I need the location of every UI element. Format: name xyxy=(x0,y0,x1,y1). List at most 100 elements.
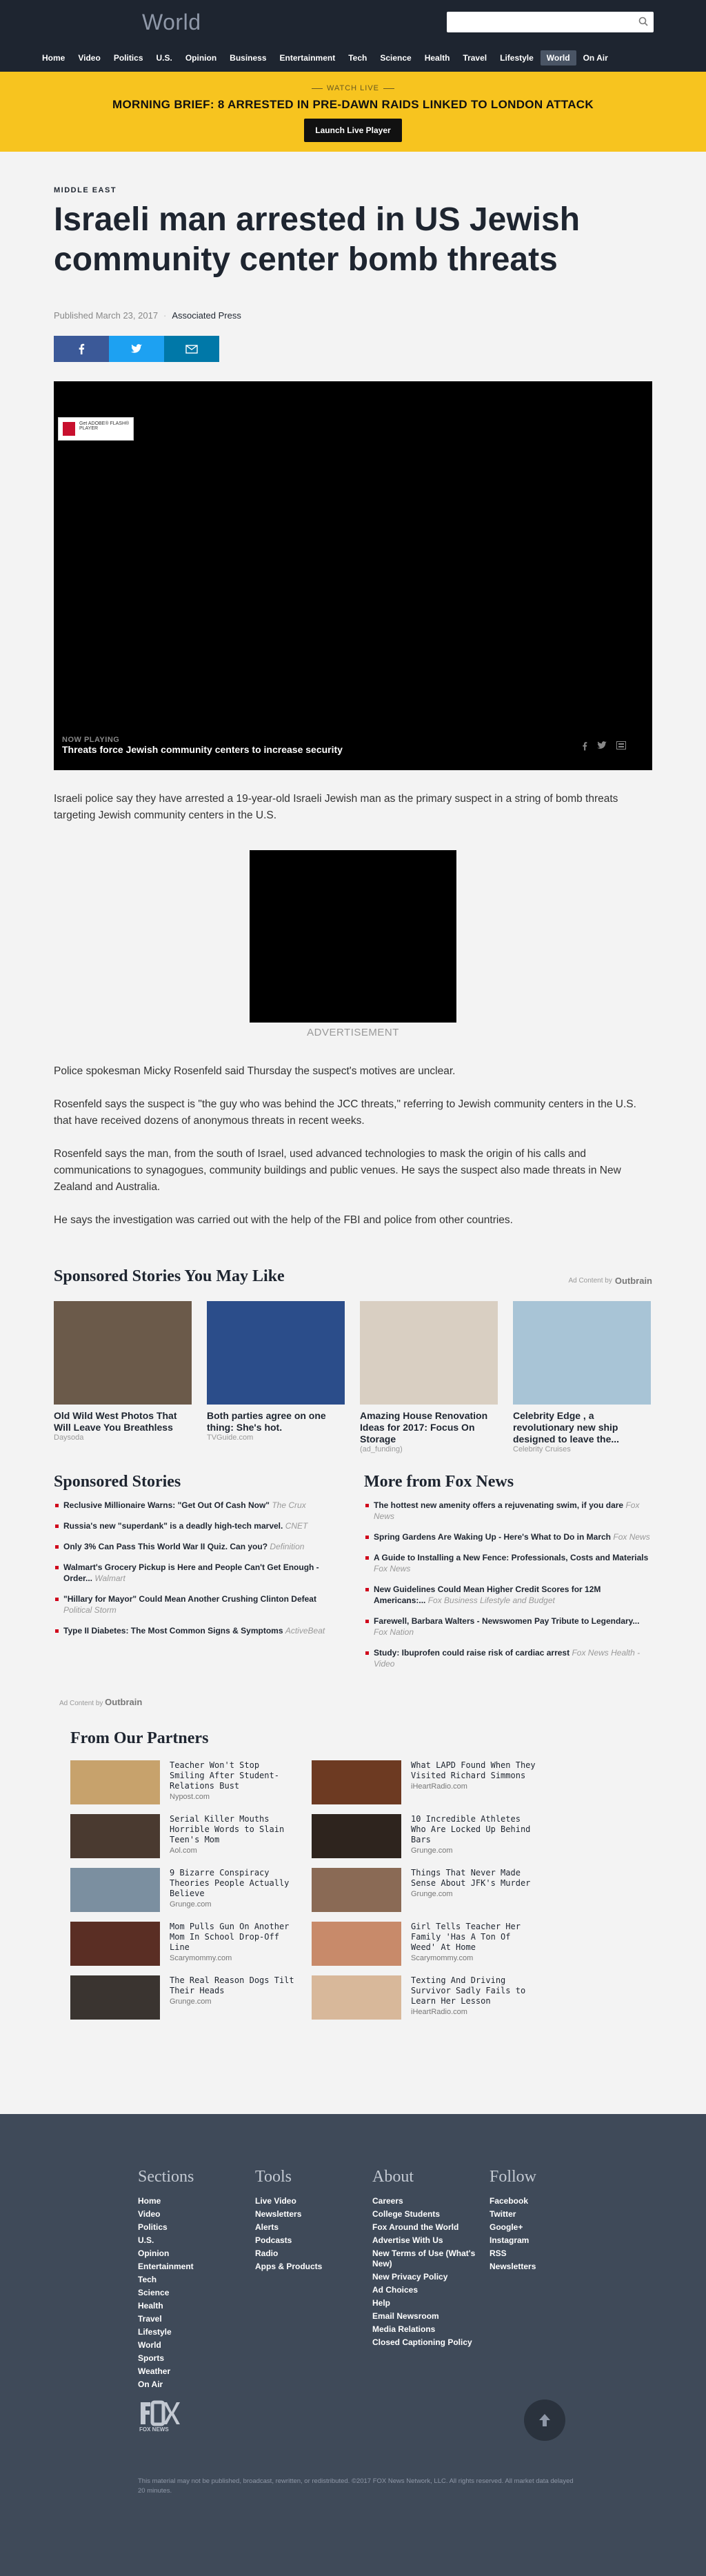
list-item[interactable]: Walmart's Grocery Pickup is Here and Peo… xyxy=(54,1562,342,1584)
list-item[interactable]: Russia's new "superdank" is a deadly hig… xyxy=(54,1520,342,1531)
footer-link[interactable]: Apps & Products xyxy=(255,2262,372,2272)
partner-image[interactable] xyxy=(312,1760,401,1804)
video-embed-icon[interactable] xyxy=(616,741,626,749)
list-item[interactable]: The hottest new amenity offers a rejuven… xyxy=(364,1500,652,1522)
partner-item[interactable]: Girl Tells Teacher Her Family 'Has A Ton… xyxy=(312,1922,539,1966)
partner-title[interactable]: Texting And Driving Survivor Sadly Fails… xyxy=(411,1975,539,2006)
footer-link[interactable]: College Students xyxy=(372,2209,490,2220)
footer-link[interactable]: Podcasts xyxy=(255,2235,372,2246)
partner-item[interactable]: Mom Pulls Gun On Another Mom In School D… xyxy=(70,1922,298,1966)
nav-item-politics[interactable]: Politics xyxy=(108,50,150,66)
footer-link[interactable]: Entertainment xyxy=(138,2262,255,2272)
partner-title[interactable]: 9 Bizarre Conspiracy Theories People Act… xyxy=(170,1868,298,1899)
nav-item-lifestyle[interactable]: Lifestyle xyxy=(494,50,540,66)
nav-item-science[interactable]: Science xyxy=(374,50,417,66)
footer-link[interactable]: New Terms of Use (What's New) xyxy=(372,2248,490,2269)
search-input[interactable] xyxy=(447,12,654,32)
list-item-title[interactable]: Study: Ibuprofen could raise risk of car… xyxy=(374,1648,569,1658)
advertisement-box[interactable] xyxy=(250,850,456,1023)
footer-link[interactable]: Fox Around the World xyxy=(372,2222,490,2233)
footer-link[interactable]: Opinion xyxy=(138,2248,255,2259)
list-item[interactable]: "Hillary for Mayor" Could Mean Another C… xyxy=(54,1593,342,1616)
list-item-title[interactable]: "Hillary for Mayor" Could Mean Another C… xyxy=(63,1594,316,1604)
email-share-button[interactable] xyxy=(164,336,219,362)
footer-link[interactable]: Weather xyxy=(138,2366,255,2377)
partner-title[interactable]: Girl Tells Teacher Her Family 'Has A Ton… xyxy=(411,1922,539,1953)
partner-image[interactable] xyxy=(312,1814,401,1858)
partner-title[interactable]: What LAPD Found When They Visited Richar… xyxy=(411,1760,539,1781)
list-item[interactable]: Farewell, Barbara Walters - Newswomen Pa… xyxy=(364,1616,652,1638)
footer-link[interactable]: Radio xyxy=(255,2248,372,2259)
nav-item-world[interactable]: World xyxy=(540,50,576,66)
list-item-title[interactable]: A Guide to Installing a New Fence: Profe… xyxy=(374,1553,648,1562)
list-item-title[interactable]: Russia's new "superdank" is a deadly hig… xyxy=(63,1521,283,1531)
section-title[interactable]: World xyxy=(142,10,201,35)
list-item[interactable]: Type II Diabetes: The Most Common Signs … xyxy=(54,1625,342,1636)
footer-link[interactable]: Live Video xyxy=(255,2196,372,2206)
sponsored-card-image[interactable] xyxy=(207,1301,345,1405)
footer-link[interactable]: Tech xyxy=(138,2275,255,2285)
list-item-title[interactable]: Reclusive Millionaire Warns: "Get Out Of… xyxy=(63,1500,270,1510)
list-item-title[interactable]: Only 3% Can Pass This World War II Quiz.… xyxy=(63,1542,268,1551)
partner-image[interactable] xyxy=(312,1922,401,1966)
outbrain-logo[interactable]: Outbrain xyxy=(615,1276,652,1286)
footer-link[interactable]: Ad Choices xyxy=(372,2285,490,2295)
footer-link[interactable]: Facebook xyxy=(490,2196,607,2206)
partner-item[interactable]: Things That Never Made Sense About JFK's… xyxy=(312,1868,539,1912)
footer-link[interactable]: Google+ xyxy=(490,2222,607,2233)
partner-image[interactable] xyxy=(70,1814,160,1858)
partner-image[interactable] xyxy=(70,1922,160,1966)
footer-link[interactable]: Twitter xyxy=(490,2209,607,2220)
fox-news-logo[interactable]: FOX NEWS xyxy=(138,2398,181,2433)
sponsored-card[interactable]: Amazing House Renovation Ideas for 2017:… xyxy=(360,1301,498,1453)
footer-link[interactable]: U.S. xyxy=(138,2235,255,2246)
list-item-title[interactable]: The hottest new amenity offers a rejuven… xyxy=(374,1500,623,1510)
list-item[interactable]: Spring Gardens Are Waking Up - Here's Wh… xyxy=(364,1531,652,1542)
partner-image[interactable] xyxy=(70,1760,160,1804)
footer-link[interactable]: Lifestyle xyxy=(138,2327,255,2337)
nav-item-business[interactable]: Business xyxy=(223,50,272,66)
nav-item-u-s-[interactable]: U.S. xyxy=(150,50,179,66)
nav-item-entertainment[interactable]: Entertainment xyxy=(274,50,342,66)
footer-link[interactable]: Media Relations xyxy=(372,2324,490,2335)
launch-live-player-button[interactable]: Launch Live Player xyxy=(304,119,402,142)
nav-item-video[interactable]: Video xyxy=(72,50,106,66)
list-item[interactable]: Study: Ibuprofen could raise risk of car… xyxy=(364,1647,652,1669)
nav-item-health[interactable]: Health xyxy=(418,50,456,66)
nav-item-travel[interactable]: Travel xyxy=(456,50,493,66)
nav-item-on-air[interactable]: On Air xyxy=(577,50,614,66)
footer-link[interactable]: Newsletters xyxy=(490,2262,607,2272)
list-item-title[interactable]: Spring Gardens Are Waking Up - Here's Wh… xyxy=(374,1532,611,1542)
sponsored-card[interactable]: Both parties agree on one thing: She's h… xyxy=(207,1301,345,1453)
footer-link[interactable]: Advertise With Us xyxy=(372,2235,490,2246)
sponsored-card-title[interactable]: Old Wild West Photos That Will Leave You… xyxy=(54,1410,192,1433)
footer-link[interactable]: Politics xyxy=(138,2222,255,2233)
footer-link[interactable]: World xyxy=(138,2340,255,2351)
footer-link[interactable]: Science xyxy=(138,2288,255,2298)
sponsored-card-title[interactable]: Both parties agree on one thing: She's h… xyxy=(207,1410,345,1433)
video-player[interactable]: Get ADOBE® FLASH® PLAYER NOW PLAYING Thr… xyxy=(54,381,652,770)
partner-item[interactable]: What LAPD Found When They Visited Richar… xyxy=(312,1760,539,1804)
sponsored-card[interactable]: Celebrity Edge , a revolutionary new shi… xyxy=(513,1301,651,1453)
twitter-share-button[interactable] xyxy=(109,336,164,362)
partner-item[interactable]: Serial Killer Mouths Horrible Words to S… xyxy=(70,1814,298,1858)
partner-item[interactable]: 10 Incredible Athletes Who Are Locked Up… xyxy=(312,1814,539,1858)
search-icon[interactable] xyxy=(638,17,648,26)
list-item[interactable]: Only 3% Can Pass This World War II Quiz.… xyxy=(54,1541,342,1552)
footer-link[interactable]: Careers xyxy=(372,2196,490,2206)
footer-link[interactable]: New Privacy Policy xyxy=(372,2272,490,2282)
article-kicker[interactable]: MIDDLE EAST xyxy=(54,186,652,194)
footer-link[interactable]: Newsletters xyxy=(255,2209,372,2220)
partner-title[interactable]: The Real Reason Dogs Tilt Their Heads xyxy=(170,1975,298,1996)
footer-link[interactable]: Health xyxy=(138,2301,255,2311)
sponsored-card-title[interactable]: Amazing House Renovation Ideas for 2017:… xyxy=(360,1410,498,1445)
list-item-title[interactable]: Farewell, Barbara Walters - Newswomen Pa… xyxy=(374,1616,639,1626)
partner-image[interactable] xyxy=(70,1975,160,2020)
partner-image[interactable] xyxy=(312,1975,401,2020)
sponsored-card-image[interactable] xyxy=(54,1301,192,1405)
partner-image[interactable] xyxy=(312,1868,401,1912)
video-twitter-icon[interactable] xyxy=(597,741,607,749)
sponsored-card-image[interactable] xyxy=(360,1301,498,1405)
partner-title[interactable]: Mom Pulls Gun On Another Mom In School D… xyxy=(170,1922,298,1953)
back-to-top-button[interactable] xyxy=(524,2399,565,2441)
